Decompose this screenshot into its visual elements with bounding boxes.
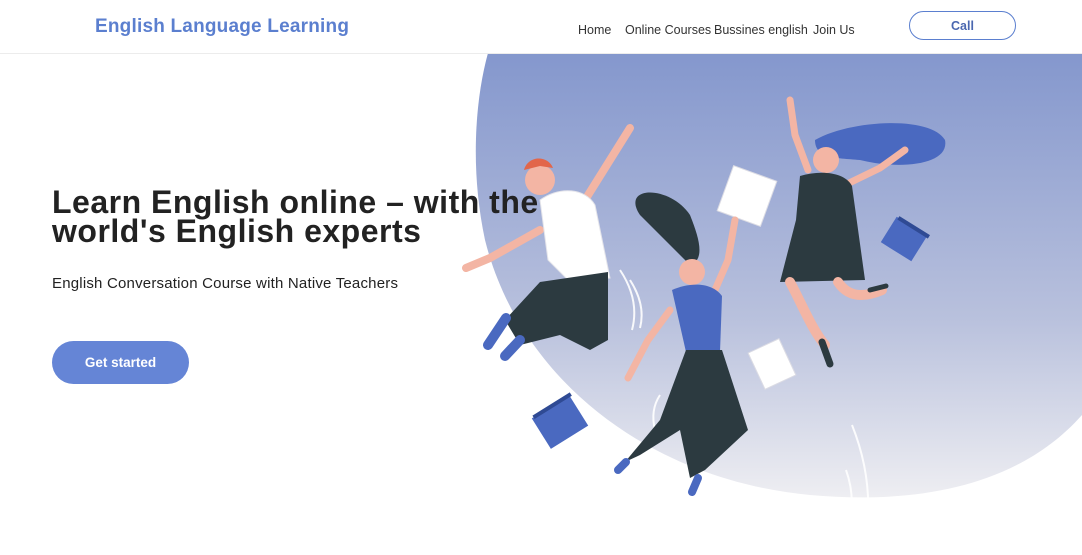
get-started-button[interactable]: Get started: [52, 341, 189, 384]
flying-book-2: [531, 392, 589, 449]
top-navbar: English Language Learning Home Online Co…: [0, 0, 1082, 54]
nav-business-english-link[interactable]: Bussines english: [714, 23, 808, 37]
site-logo[interactable]: English Language Learning: [95, 16, 349, 38]
nav-online-courses-link[interactable]: Online Courses: [625, 23, 711, 37]
hero-subtitle: English Conversation Course with Native …: [52, 275, 399, 292]
nav-join-us-link[interactable]: Join Us: [813, 23, 855, 37]
hero-headline-line-2: world's English experts: [52, 213, 422, 249]
call-button[interactable]: Call: [909, 11, 1016, 40]
hero-headline: Learn English online – with the world's …: [52, 186, 539, 249]
nav-home-link[interactable]: Home: [578, 23, 611, 37]
